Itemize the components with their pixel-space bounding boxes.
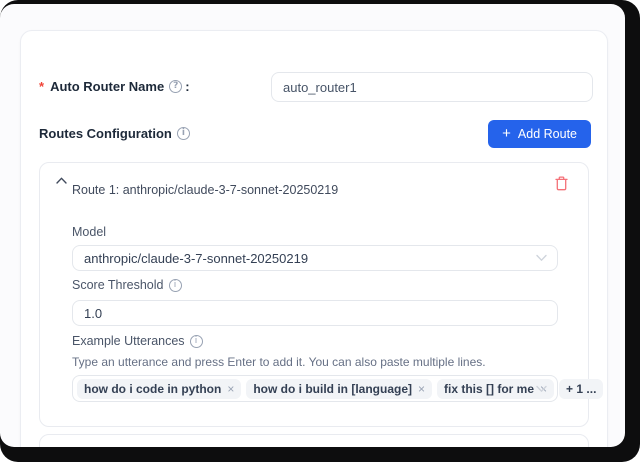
add-route-button-label: Add Route [518,127,577,141]
auto-router-name-input[interactable] [271,72,593,102]
route-1-panel: Route 1: anthropic/claude-3-7-sonnet-202… [39,162,589,427]
question-circle-icon[interactable]: ? [169,80,182,93]
collapse-route-1-chevron-up-icon[interactable] [53,173,69,187]
chevron-down-icon [536,385,547,392]
utterances-tags-input[interactable]: how do i code in python × how do i build… [72,375,558,402]
chevron-down-icon [536,255,547,262]
delete-route-1-trash-icon[interactable] [552,174,570,192]
route-2-panel: Route 2: azure_ai/gpt-4o [39,434,589,447]
info-circle-icon[interactable]: i [190,335,203,348]
example-utterances-label: Example Utterances i [72,334,203,348]
device-frame: * Auto Router Name ? : Routes Configurat… [0,0,640,462]
plus-icon: + [502,126,511,141]
model-label: Model [72,225,106,239]
routes-configuration-label-text: Routes Configuration [39,126,172,141]
info-circle-icon[interactable]: i [169,279,182,292]
score-threshold-label: Score Threshold i [72,278,182,292]
label-colon: : [185,79,189,94]
info-circle-icon[interactable]: i [177,127,190,140]
overflow-count-tag-text: + 1 ... [566,382,596,396]
route-1-title: Route 1: anthropic/claude-3-7-sonnet-202… [72,183,338,197]
utterance-tag: how do i code in python × [77,379,241,399]
model-select[interactable]: anthropic/claude-3-7-sonnet-20250219 [72,245,558,271]
example-utterances-label-text: Example Utterances [72,334,185,348]
add-route-button[interactable]: + Add Route [488,120,591,148]
score-threshold-label-text: Score Threshold [72,278,164,292]
auto-router-form-card: * Auto Router Name ? : Routes Configurat… [20,30,608,447]
model-select-value: anthropic/claude-3-7-sonnet-20250219 [84,251,308,266]
utterance-tag: how do i build in [language] × [246,379,432,399]
utterances-help-text: Type an utterance and press Enter to add… [72,355,486,369]
utterance-tag-text: how do i code in python [84,382,221,396]
app-screen: * Auto Router Name ? : Routes Configurat… [0,4,625,447]
tag-close-icon[interactable]: × [227,383,234,395]
overflow-count-tag[interactable]: + 1 ... [559,379,603,399]
utterance-tag-text: how do i build in [language] [253,382,412,396]
routes-configuration-label: Routes Configuration i [39,126,190,141]
utterance-tag-text: fix this [] for me [444,382,534,396]
auto-router-name-label: * Auto Router Name ? : [39,79,190,94]
score-threshold-input[interactable] [72,300,558,326]
tag-close-icon[interactable]: × [418,383,425,395]
required-asterisk: * [39,79,44,94]
auto-router-name-label-text: Auto Router Name [50,79,164,94]
